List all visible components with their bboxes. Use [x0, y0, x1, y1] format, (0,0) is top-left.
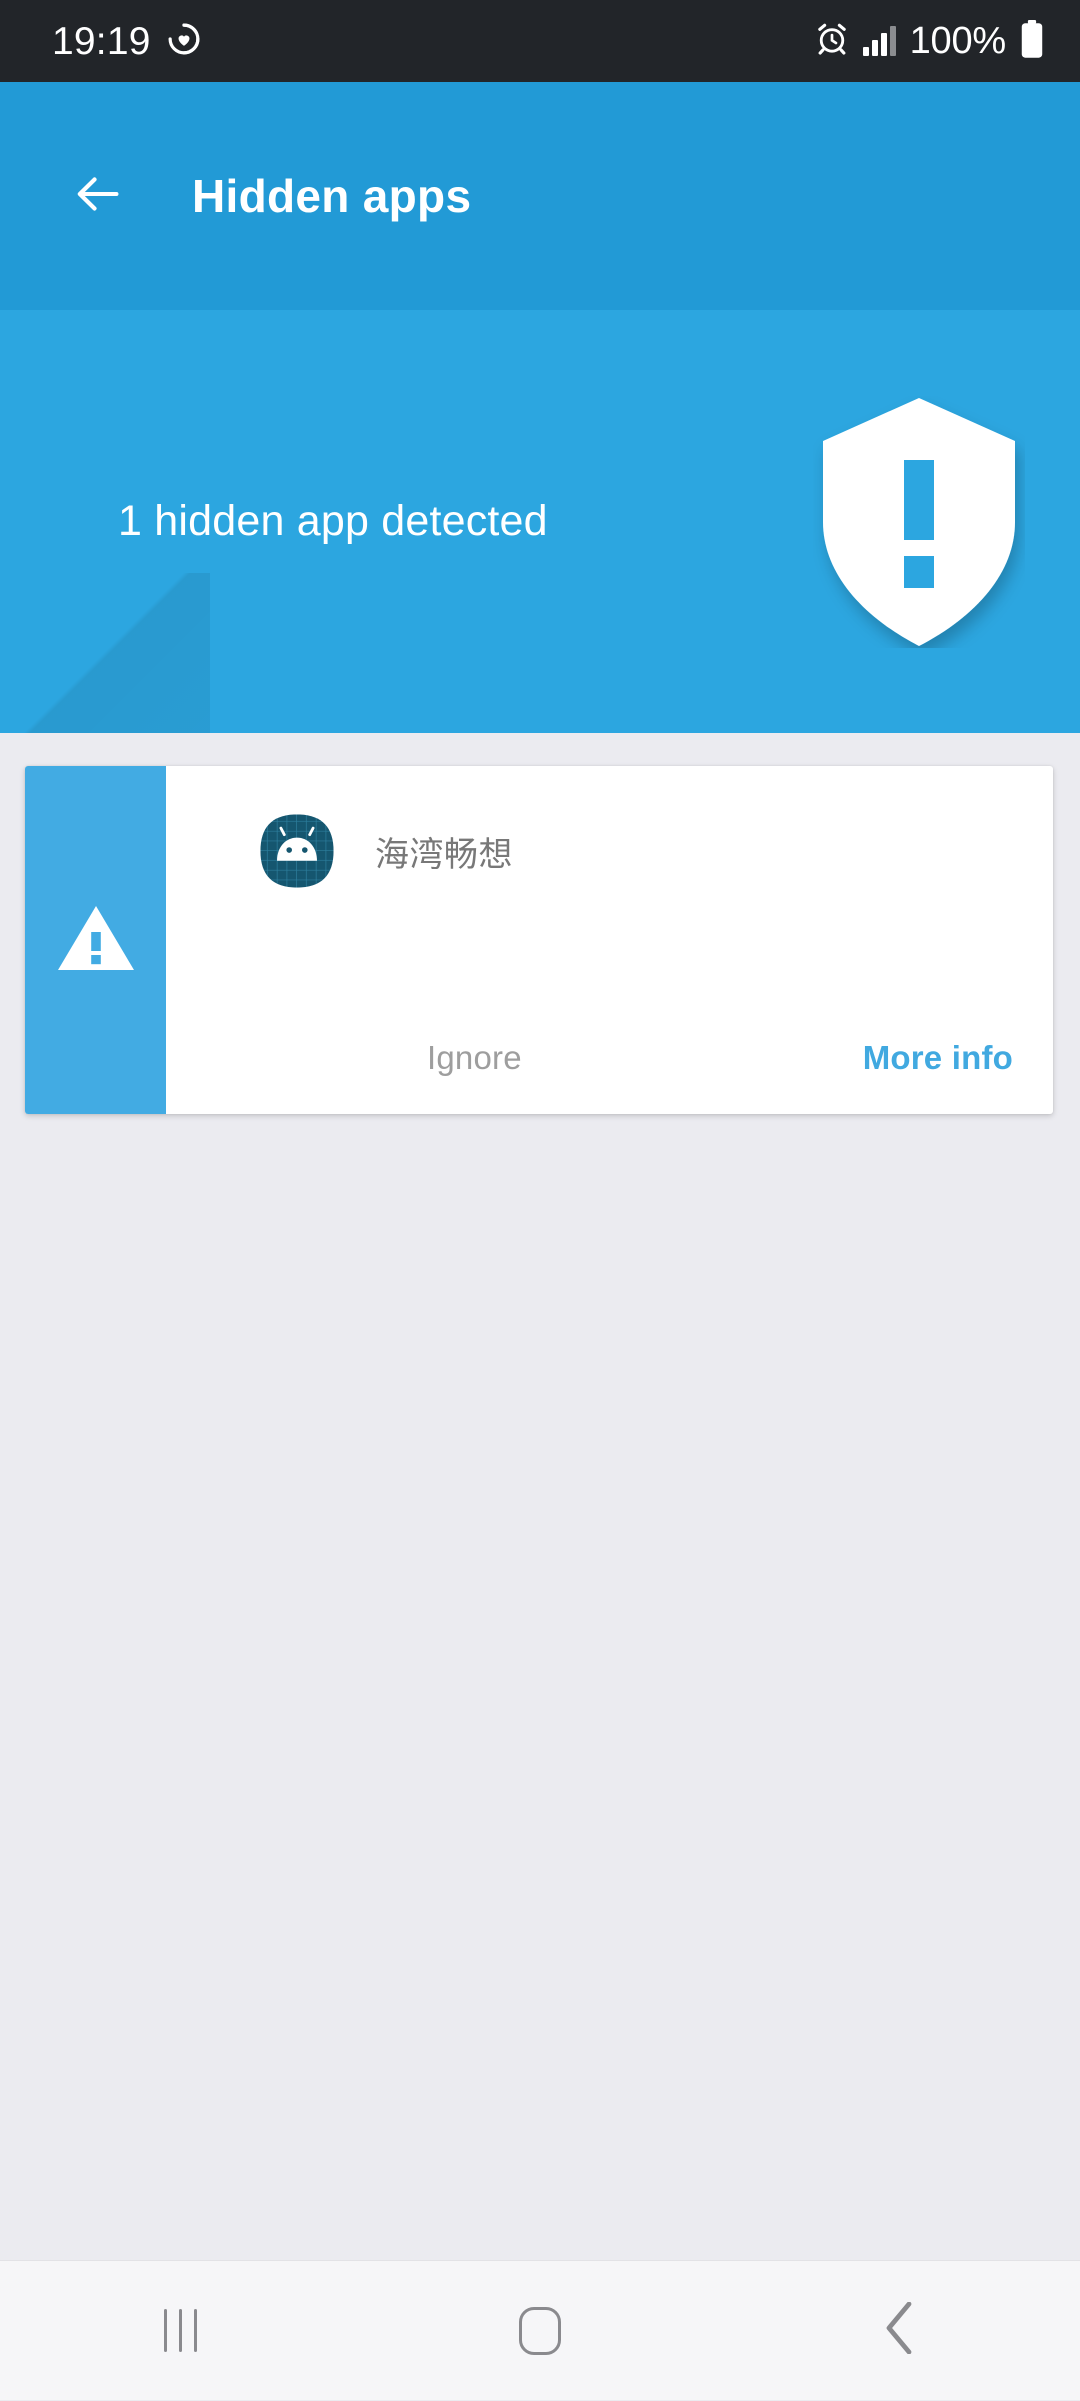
- hero-corner-shading: [0, 573, 210, 733]
- system-navigation-bar: [0, 2260, 1080, 2400]
- card-body: 海湾畅想 Ignore More info: [166, 766, 1053, 1114]
- page-title: Hidden apps: [192, 169, 471, 223]
- shield-exclamation-icon: [813, 396, 1025, 648]
- recents-button[interactable]: [80, 2261, 280, 2401]
- alarm-clock-icon: [815, 22, 849, 61]
- status-bar-right: 100%: [815, 20, 1044, 63]
- home-button[interactable]: [440, 2261, 640, 2401]
- main-content: 海湾畅想 Ignore More info: [0, 733, 1080, 1114]
- back-chevron-icon: [883, 2302, 917, 2359]
- hero-message: 1 hidden app detected: [118, 497, 548, 546]
- back-nav-button[interactable]: [800, 2261, 1000, 2401]
- recents-icon: [164, 2309, 197, 2352]
- battery-percent-label: 100%: [910, 22, 1006, 60]
- back-arrow-icon: [72, 168, 124, 225]
- app-name-label: 海湾畅想: [375, 827, 513, 876]
- hero-banner: 1 hidden app detected: [0, 310, 1080, 733]
- card-actions: Ignore More info: [166, 1039, 1053, 1114]
- status-bar: 19:19 100%: [0, 0, 1080, 82]
- back-button[interactable]: [56, 154, 140, 238]
- status-bar-left: 19:19: [52, 22, 200, 61]
- card-warning-strip: [25, 766, 166, 1114]
- status-clock: 19:19: [52, 22, 151, 61]
- battery-full-icon: [1020, 20, 1044, 63]
- home-icon: [519, 2307, 561, 2355]
- more-info-button[interactable]: More info: [863, 1039, 1013, 1077]
- app-row: 海湾畅想: [166, 812, 1053, 890]
- ignore-button[interactable]: Ignore: [427, 1039, 522, 1077]
- warning-triangle-icon: [56, 902, 136, 979]
- hidden-app-card[interactable]: 海湾畅想 Ignore More info: [25, 766, 1053, 1114]
- heart-circle-icon: [168, 23, 200, 60]
- app-header: Hidden apps: [0, 82, 1080, 310]
- signal-bars-icon: [863, 26, 896, 56]
- android-robot-icon: [258, 812, 336, 890]
